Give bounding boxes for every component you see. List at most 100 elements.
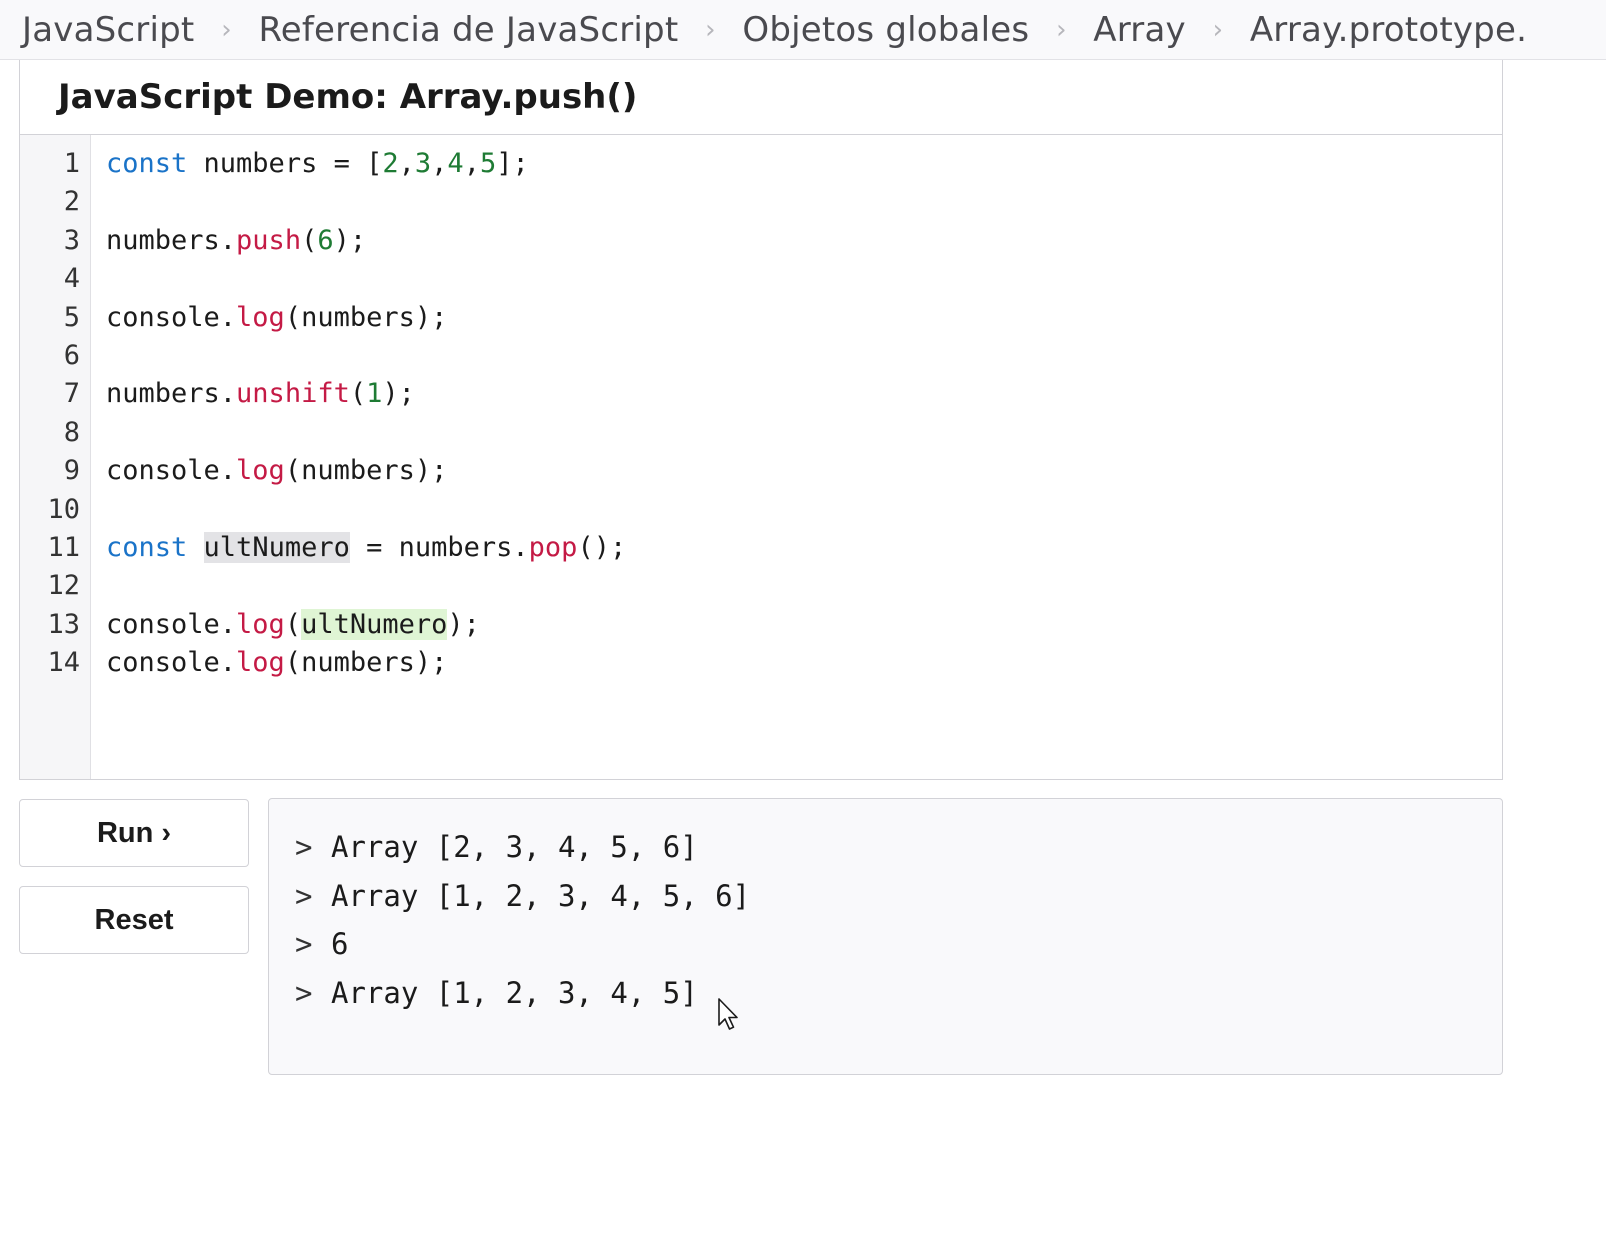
code-token: log (236, 455, 285, 487)
chevron-right-icon: › (1056, 14, 1067, 45)
line-number: 1 (63, 148, 80, 179)
code-line[interactable]: numbers.push(6); (106, 222, 1502, 260)
console-prompt-icon: > (295, 830, 313, 864)
demo-title: JavaScript Demo: Array.push() (58, 77, 638, 117)
code-token: const (106, 531, 188, 563)
code-area[interactable]: const numbers = [2,3,4,5];​numbers.push(… (91, 135, 1502, 779)
console-line-text: Array [1, 2, 3, 4, 5, 6] (331, 878, 751, 913)
code-token: numbers. (106, 224, 237, 256)
code-token: push (236, 224, 302, 256)
code-line[interactable]: ​ (106, 567, 1502, 605)
console-line-text: Array [1, 2, 3, 4, 5] (331, 975, 698, 1010)
code-token: (numbers); (284, 301, 448, 333)
code-token: 1 (366, 378, 383, 410)
code-token: 5 (479, 148, 497, 179)
code-line[interactable]: console.log(numbers); (106, 644, 1502, 682)
code-token: ( (349, 378, 367, 410)
code-line[interactable]: const numbers = [2,3,4,5]; (106, 145, 1502, 183)
code-line[interactable]: console.log(ultNumero); (106, 606, 1502, 644)
console-line-text: 6 (331, 927, 349, 961)
line-number: 8 (63, 416, 80, 448)
line-number: 3 (63, 224, 80, 256)
run-button[interactable]: Run › (19, 799, 249, 867)
breadcrumb-item-javascript[interactable]: JavaScript (22, 10, 194, 50)
chevron-right-icon: › (705, 14, 716, 45)
code-line[interactable]: const ultNumero = numbers.pop(); (106, 529, 1502, 567)
code-line[interactable]: console.log(numbers); (106, 452, 1502, 490)
code-line[interactable]: ​ (106, 260, 1502, 298)
interactive-demo: JavaScript Demo: Array.push() 1234567891… (19, 60, 1503, 780)
code-token: ( (284, 608, 302, 640)
code-line[interactable]: ​ (106, 491, 1502, 529)
line-number: 9 (63, 455, 80, 487)
console-prompt-icon: > (295, 975, 313, 1010)
code-token: (numbers); (284, 455, 448, 487)
console-prompt-icon: > (295, 878, 313, 913)
code-token: log (236, 647, 285, 679)
chevron-right-icon: › (221, 14, 232, 45)
console-output: > Array [2, 3, 4, 5, 6] > Array [1, 2, 3, 4… (268, 798, 1503, 1075)
code-token: console. (106, 608, 237, 640)
highlighted-match: ultNumero (301, 608, 448, 640)
code-token: 2 (382, 148, 399, 179)
reset-button[interactable]: Reset (19, 886, 249, 954)
code-line[interactable]: ​ (106, 337, 1502, 375)
line-number: 7 (63, 378, 80, 410)
code-token: numbers = [ (187, 148, 383, 179)
console-line: >6 (295, 920, 1502, 969)
chevron-right-icon: › (1212, 14, 1224, 45)
demo-header: JavaScript Demo: Array.push() (20, 60, 1502, 135)
code-token: (); (577, 531, 627, 563)
code-token: , (398, 148, 415, 179)
code-token: log (236, 301, 285, 333)
code-token: log (236, 608, 285, 640)
code-token: , (431, 148, 448, 179)
line-number-gutter: 1 2 3 4 5 6 7 8 9 10 11 12 13 14 (20, 135, 91, 779)
code-line[interactable]: console.log(numbers); (106, 299, 1502, 337)
code-token: console. (106, 455, 237, 487)
code-token: console. (106, 301, 237, 333)
code-token: , (463, 148, 480, 179)
code-line[interactable]: ​ (106, 183, 1502, 221)
code-token: = numbers. (349, 531, 529, 563)
line-number: 6 (63, 339, 80, 371)
console-line: > Array [1, 2, 3, 4, 5, 6] (295, 872, 1502, 921)
code-token: numbers. (106, 378, 237, 410)
breadcrumb-item-referencia[interactable]: Referencia de JavaScript (258, 10, 678, 50)
line-number: 12 (47, 570, 80, 602)
console-prompt-icon: > (295, 927, 313, 961)
line-number: 11 (47, 531, 80, 563)
code-token: 6 (317, 224, 334, 256)
code-token: ]; (496, 148, 529, 179)
breadcrumb: JavaScript › Referencia de JavaScript › … (0, 0, 1606, 60)
code-token: pop (528, 531, 578, 563)
code-token: const (106, 148, 188, 179)
line-number: 14 (47, 647, 80, 679)
code-token: ); (447, 608, 480, 640)
line-number: 13 (47, 608, 80, 640)
code-token: unshift (236, 378, 350, 410)
breadcrumb-item-array[interactable]: Array (1093, 10, 1186, 50)
code-token: (numbers); (284, 647, 448, 679)
line-number: 4 (63, 263, 80, 295)
mouse-pointer-icon (718, 998, 738, 1030)
code-token: 3 (414, 148, 432, 179)
code-line[interactable]: ​ (106, 414, 1502, 452)
code-token: console. (106, 647, 237, 679)
code-line[interactable]: numbers.unshift(1); (106, 375, 1502, 413)
breadcrumb-item-array-prototype[interactable]: Array.prototype. (1250, 10, 1527, 50)
code-token: ); (333, 224, 367, 256)
line-number: 5 (63, 301, 80, 333)
console-line-text: Array [2, 3, 4, 5, 6] (331, 830, 698, 864)
code-token: ); (382, 378, 415, 410)
breadcrumb-item-objetos-globales[interactable]: Objetos globales (742, 10, 1029, 50)
code-editor[interactable]: 1 2 3 4 5 6 7 8 9 10 11 12 13 14 const numbers = [2,3… (20, 135, 1502, 779)
selected-token: ultNumero (203, 531, 350, 563)
console-line: > Array [1, 2, 3, 4, 5] (295, 969, 1502, 1018)
code-token: ( (301, 224, 318, 256)
code-token: 4 (447, 148, 464, 179)
line-number: 2 (63, 186, 80, 218)
console-line: > Array [2, 3, 4, 5, 6] (295, 823, 1502, 872)
line-number: 10 (47, 493, 80, 525)
